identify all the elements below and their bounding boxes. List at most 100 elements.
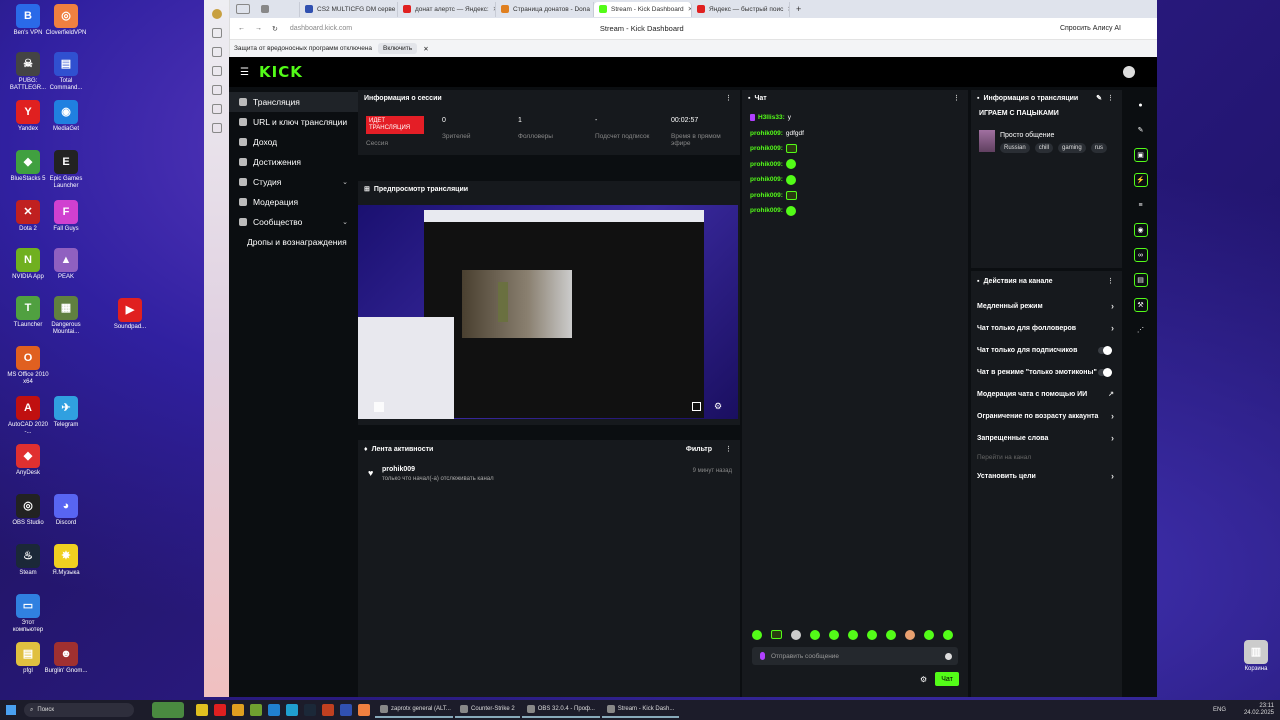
link-icon[interactable]: ∞: [1133, 248, 1148, 262]
widget-thumb[interactable]: [152, 702, 184, 718]
channel-action[interactable]: Установить цели ›: [971, 465, 1122, 487]
app-icon[interactable]: [304, 704, 316, 716]
desktop-icon[interactable]: ▤ Total Command...: [44, 52, 88, 92]
bolt-icon[interactable]: ⚡: [1133, 173, 1148, 187]
channel-action[interactable]: Модерация чата с помощью ИИ ↗: [971, 383, 1122, 405]
app-icon[interactable]: [286, 704, 298, 716]
share-icon[interactable]: ⋰: [1134, 323, 1148, 337]
url-text[interactable]: dashboard.kick.com: [290, 25, 430, 32]
fullscreen-icon[interactable]: [692, 402, 701, 411]
app-icon[interactable]: [232, 704, 244, 716]
desktop-icon[interactable]: ▦ Dangerous Mountai...: [44, 296, 88, 336]
emote-icon[interactable]: [905, 630, 915, 640]
desktop-icon[interactable]: ✸ Я.Музыка: [44, 544, 88, 577]
app-icon[interactable]: [196, 704, 208, 716]
more-icon[interactable]: ⋮: [1107, 277, 1114, 285]
nav-item[interactable]: Доход: [229, 132, 358, 152]
close-icon[interactable]: ✕: [423, 45, 428, 53]
desktop-icon[interactable]: ☻ Burglin' Gnom...: [44, 642, 88, 675]
preview-widget-icon[interactable]: ▣: [1133, 148, 1148, 162]
emote-icon[interactable]: [791, 630, 801, 640]
avatar[interactable]: [1123, 66, 1135, 78]
desktop-icon[interactable]: ◉ MediaGet: [44, 100, 88, 133]
close-icon[interactable]: ✕: [787, 5, 789, 13]
activity-widget-icon[interactable]: ▤: [1133, 273, 1148, 287]
more-icon[interactable]: ⋮: [953, 94, 960, 102]
back-icon[interactable]: ←: [238, 25, 245, 32]
stream-tag[interactable]: gaming: [1058, 143, 1086, 153]
chat-username[interactable]: H3llis33:: [758, 114, 785, 121]
chat-username[interactable]: prohik009:: [750, 161, 783, 168]
chat-username[interactable]: prohik009:: [750, 130, 783, 137]
filter-button[interactable]: Фильтр: [686, 446, 712, 453]
reload-icon[interactable]: ↻: [272, 25, 278, 33]
more-icon[interactable]: ⋮: [725, 445, 732, 453]
taskbar-window[interactable]: Counter-Strike 2: [455, 702, 520, 718]
bookmark-icon[interactable]: [211, 85, 222, 95]
chat-username[interactable]: prohik009:: [750, 176, 783, 183]
emote-icon[interactable]: [771, 630, 782, 639]
emote-icon[interactable]: [943, 630, 953, 640]
browser-tab[interactable]: Яндекс — быстрый поис✕: [692, 1, 790, 17]
nav-item[interactable]: URL и ключ трансляции: [229, 112, 358, 132]
chat-input[interactable]: Отправить сообщение: [752, 647, 958, 665]
desktop-icon[interactable]: ◎ CloverfieldVPN: [44, 4, 88, 37]
desktop-icon[interactable]: ▶ Soundpad...: [108, 298, 152, 331]
tab-menu-icon[interactable]: [236, 4, 250, 14]
pencil-icon[interactable]: ✎: [1134, 123, 1148, 137]
chat-username[interactable]: prohik009:: [750, 145, 783, 152]
browser-tab[interactable]: донат алертс — Яндекс:✕: [398, 1, 496, 17]
activity-user[interactable]: prohik009: [382, 466, 415, 473]
chevron-down-icon[interactable]: ⌄: [342, 178, 348, 186]
chat-settings-icon[interactable]: ⚙: [920, 675, 927, 684]
chevron-down-icon[interactable]: ⌄: [342, 218, 348, 226]
channel-action[interactable]: Чат только для подписчиков: [971, 339, 1122, 361]
desktop-icon[interactable]: O MS Office 2010 x64: [6, 346, 50, 386]
channel-action[interactable]: Чат в режиме "только эмотиконы": [971, 361, 1122, 383]
stream-preview-video[interactable]: ⚙: [358, 205, 738, 419]
edit-icon[interactable]: ✎: [1096, 94, 1102, 102]
app-icon[interactable]: [340, 704, 352, 716]
browser-tab[interactable]: Stream - Kick Dashboard✕: [594, 1, 692, 17]
emote-icon[interactable]: [924, 630, 934, 640]
forward-icon[interactable]: →: [255, 25, 262, 32]
send-chat-button[interactable]: Чат: [935, 672, 959, 686]
taskbar-window[interactable]: zaprotx general (ALT...: [375, 702, 453, 718]
desktop-icon[interactable]: ▲ PEAK: [44, 248, 88, 281]
channel-action[interactable]: Ограничение по возрасту аккаунта ›: [971, 405, 1122, 427]
profile-icon[interactable]: [211, 9, 222, 19]
app-icon[interactable]: [214, 704, 226, 716]
taskbar-window[interactable]: OBS 32.0.4 - Проф...: [521, 702, 600, 718]
channel-action[interactable]: Медленный режим ›: [971, 295, 1122, 317]
toggle-switch[interactable]: [1098, 367, 1112, 377]
clock-date[interactable]: 24.02.2025: [1244, 710, 1274, 717]
nav-item[interactable]: Достижения: [229, 152, 358, 172]
nav-item[interactable]: Сообщество ⌄: [229, 212, 358, 232]
desktop-icon[interactable]: ▭ Этот компьютер: [6, 594, 50, 634]
nav-item[interactable]: Модерация: [229, 192, 358, 212]
category-name[interactable]: Просто общение: [1000, 132, 1054, 139]
mic-icon[interactable]: [760, 652, 765, 660]
channel-action[interactable]: Перейти на канал: [971, 449, 1122, 465]
desktop-icon[interactable]: ✈ Telegram: [44, 396, 88, 429]
desktop-icon[interactable]: ◆ AnyDesk: [6, 444, 50, 477]
taskbar-window[interactable]: Stream - Kick Dash...: [601, 702, 680, 718]
emote-icon[interactable]: [752, 630, 762, 640]
more-icon[interactable]: ⋮: [725, 94, 732, 102]
taskbar-search[interactable]: ⌕ Поиск: [24, 703, 134, 717]
new-tab-icon[interactable]: +: [796, 4, 801, 14]
pause-icon[interactable]: [374, 402, 384, 412]
home-icon[interactable]: [211, 28, 222, 38]
windows-start-icon[interactable]: [6, 705, 16, 715]
desktop-icon[interactable]: ◕ Discord: [44, 494, 88, 527]
chat-username[interactable]: prohik009:: [750, 192, 783, 199]
app-icon[interactable]: [322, 704, 334, 716]
desktop-icon[interactable]: E Epic Games Launcher: [44, 150, 88, 190]
record-icon[interactable]: ●: [1134, 98, 1148, 112]
history-icon[interactable]: [211, 47, 222, 57]
nav-item[interactable]: Дропы и вознаграждения: [229, 232, 358, 252]
browser-tab[interactable]: Страница донатов - Dona✕: [496, 1, 594, 17]
app-icon[interactable]: [268, 704, 280, 716]
chat-widget-icon[interactable]: ◉: [1133, 223, 1148, 237]
stream-tag[interactable]: Russian: [1000, 143, 1030, 153]
